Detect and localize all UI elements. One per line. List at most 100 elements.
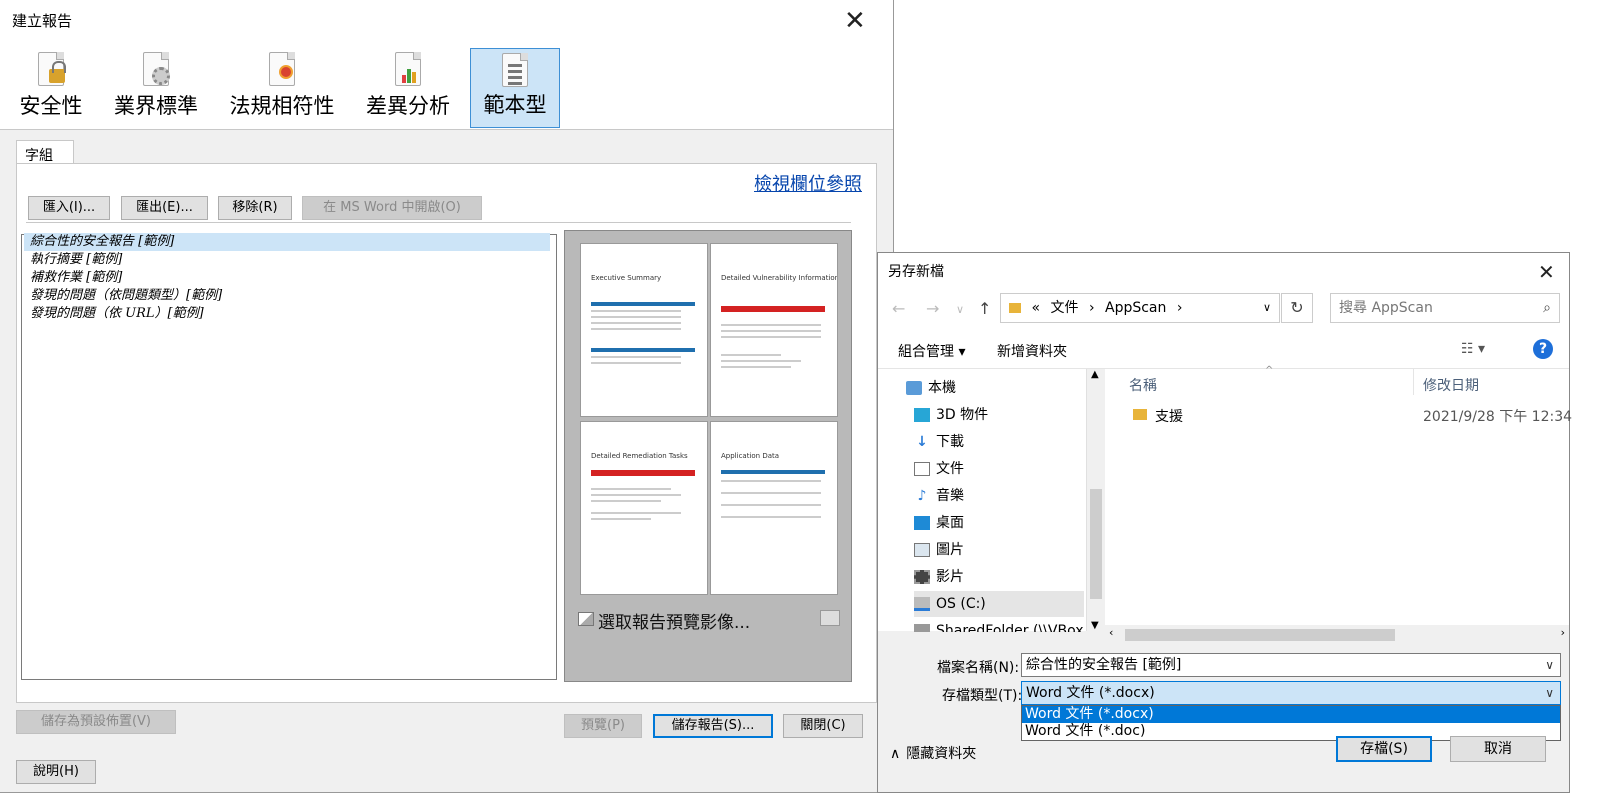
nav-item-label: OS (C:) bbox=[936, 596, 986, 612]
scroll-up-icon[interactable]: ▲ bbox=[1091, 369, 1099, 380]
nav-item-downloads[interactable]: ↓ 下載 bbox=[914, 429, 1084, 455]
scroll-thumb[interactable] bbox=[1125, 629, 1395, 641]
preview-page: Executive Summary bbox=[580, 243, 708, 417]
column-header-modified[interactable]: 修改日期 bbox=[1423, 375, 1479, 395]
export-button[interactable]: 匯出(E)... bbox=[121, 196, 208, 220]
recent-dropdown-icon[interactable]: ∨ bbox=[956, 303, 964, 316]
network-drive-icon bbox=[914, 624, 930, 632]
scroll-right-icon[interactable]: › bbox=[1561, 626, 1565, 639]
select-image-icon[interactable] bbox=[820, 610, 840, 626]
nav-item-label: 影片 bbox=[936, 569, 964, 585]
nav-item-documents[interactable]: 文件 bbox=[914, 456, 1084, 482]
filename-label: 檔案名稱(N): bbox=[937, 660, 1020, 676]
column-header-name[interactable]: 名稱 bbox=[1129, 375, 1157, 395]
chevron-down-icon[interactable]: ∨ bbox=[1545, 654, 1554, 676]
list-item[interactable]: 發現的問題（依問題類型）[範例] bbox=[24, 287, 550, 305]
scroll-thumb[interactable] bbox=[1090, 489, 1102, 599]
cancel-button[interactable]: 取消 bbox=[1450, 736, 1546, 762]
new-folder-button[interactable]: 新增資料夾 bbox=[997, 341, 1067, 361]
nav-item-desktop[interactable]: 桌面 bbox=[914, 510, 1084, 536]
scroll-down-icon[interactable]: ▼ bbox=[1091, 620, 1099, 631]
file-list[interactable]: 名稱 ^ 修改日期 支援 2021/9/28 下午 12:34 bbox=[1105, 365, 1573, 631]
list-item[interactable]: 補救作業 [範例] bbox=[24, 269, 550, 287]
report-type-compliance[interactable]: 法規相符性 bbox=[224, 48, 340, 128]
chart-report-icon bbox=[395, 52, 421, 86]
address-bar[interactable]: « 文件 › AppScan › ∨ bbox=[1000, 293, 1280, 323]
report-type-template[interactable]: 範本型 bbox=[470, 48, 560, 128]
nav-item-pictures[interactable]: 圖片 bbox=[914, 537, 1084, 563]
sort-ascending-icon: ^ bbox=[1265, 365, 1274, 376]
back-arrow-icon[interactable]: ← bbox=[892, 299, 905, 318]
nav-item-music[interactable]: ♪ 音樂 bbox=[914, 483, 1084, 509]
nav-scrollbar[interactable]: ▲ ▼ bbox=[1086, 369, 1104, 631]
report-type-label: 業界標準 bbox=[114, 94, 198, 118]
search-input[interactable]: 搜尋 AppScan ⌕ bbox=[1330, 293, 1560, 323]
preview-button[interactable]: 預覽(P) bbox=[564, 714, 642, 738]
document-icon bbox=[914, 462, 930, 476]
nav-item-os-c[interactable]: OS (C:) bbox=[914, 591, 1084, 617]
report-type-label: 法規相符性 bbox=[229, 94, 335, 118]
file-modified: 2021/9/28 下午 12:34 bbox=[1423, 409, 1573, 425]
preview-page-title: Application Data bbox=[721, 452, 780, 460]
nav-item-videos[interactable]: 影片 bbox=[914, 564, 1084, 590]
open-in-word-button[interactable]: 在 MS Word 中開啟(O) bbox=[302, 196, 482, 220]
address-dropdown-icon[interactable]: ∨ bbox=[1263, 294, 1271, 322]
save-button[interactable]: 存檔(S) bbox=[1336, 736, 1432, 762]
dialog-title: 另存新檔 bbox=[888, 264, 944, 280]
filename-value: 綜合性的安全報告 [範例] bbox=[1026, 657, 1182, 673]
import-button[interactable]: 匯入(I)... bbox=[28, 196, 110, 220]
table-row[interactable]: 支援 2021/9/28 下午 12:34 bbox=[1105, 403, 1573, 427]
report-type-label: 差異分析 bbox=[366, 94, 450, 118]
filetype-option[interactable]: Word 文件 (*.docx) bbox=[1022, 706, 1560, 723]
forward-arrow-icon[interactable]: → bbox=[926, 299, 939, 318]
save-report-button[interactable]: 儲存報告(S)... bbox=[653, 714, 773, 738]
organize-button[interactable]: 組合管理 ▾ bbox=[898, 341, 965, 361]
breadcrumb-appscan[interactable]: AppScan bbox=[1105, 300, 1166, 316]
help-button[interactable]: 說明(H) bbox=[16, 760, 96, 784]
report-type-label: 安全性 bbox=[19, 94, 83, 118]
chevron-down-icon[interactable]: ∨ bbox=[1545, 682, 1554, 704]
filename-input[interactable]: 綜合性的安全報告 [範例] ∨ bbox=[1021, 653, 1561, 677]
cube-icon bbox=[914, 408, 930, 422]
nav-item-3d-objects[interactable]: 3D 物件 bbox=[914, 402, 1084, 428]
report-type-industry[interactable]: 業界標準 bbox=[108, 48, 204, 128]
preview-page: Detailed Vulnerability Information bbox=[710, 243, 838, 417]
help-icon[interactable]: ? bbox=[1533, 339, 1553, 359]
list-item[interactable]: 執行摘要 [範例] bbox=[24, 251, 550, 269]
view-options-icon[interactable]: ☷ ▾ bbox=[1461, 341, 1485, 357]
remove-button[interactable]: 移除(R) bbox=[218, 196, 292, 220]
nav-item-this-pc[interactable]: 本機 bbox=[906, 375, 1076, 401]
hide-folders-toggle[interactable]: ∧ 隱藏資料夾 bbox=[890, 743, 976, 763]
list-item[interactable]: 發現的問題（依 URL）[範例] bbox=[24, 305, 550, 323]
nav-item-label: 3D 物件 bbox=[936, 407, 989, 423]
lock-report-icon bbox=[38, 52, 66, 86]
filetype-value: Word 文件 (*.docx) bbox=[1026, 685, 1155, 701]
template-report-icon bbox=[502, 53, 528, 87]
report-type-security[interactable]: 安全性 bbox=[12, 48, 90, 128]
nav-item-label: 下載 bbox=[936, 434, 964, 450]
breadcrumb-documents[interactable]: 文件 bbox=[1050, 300, 1078, 316]
up-arrow-icon[interactable]: ↑ bbox=[978, 299, 991, 318]
preview-page-title: Executive Summary bbox=[591, 274, 662, 282]
tab-templates[interactable]: 字組 bbox=[16, 140, 74, 164]
view-field-reference-link[interactable]: 檢視欄位參照 bbox=[754, 170, 862, 196]
template-list[interactable]: 綜合性的安全報告 [範例] 執行摘要 [範例] 補救作業 [範例] 發現的問題（… bbox=[21, 233, 557, 680]
close-icon[interactable]: ✕ bbox=[844, 8, 866, 34]
save-as-dialog: 另存新檔 ✕ ← → ∨ ↑ « 文件 › AppScan › ∨ ↻ 搜尋 A… bbox=[877, 252, 1573, 793]
preview-image-label[interactable]: 選取報告預覽影像... bbox=[598, 608, 750, 633]
refresh-icon[interactable]: ↻ bbox=[1281, 293, 1313, 323]
close-button[interactable]: 關閉(C) bbox=[783, 714, 863, 738]
navigation-pane[interactable]: 本機 3D 物件 ↓ 下載 文件 ♪ 音樂 桌面 圖片 影片 OS (C:) Sha… bbox=[878, 369, 1086, 632]
image-icon bbox=[578, 612, 594, 626]
nav-item-shared-folder[interactable]: SharedFolder (\\VBoxSv bbox=[914, 618, 1084, 632]
file-name: 支援 bbox=[1155, 409, 1183, 425]
chevron-up-icon: ∧ bbox=[890, 746, 901, 762]
save-default-layout-button[interactable]: 儲存為預設佈置(V) bbox=[16, 710, 176, 734]
scroll-left-icon[interactable]: ‹ bbox=[1109, 626, 1113, 639]
preview-page: Application Data bbox=[710, 421, 838, 595]
report-type-delta[interactable]: 差異分析 bbox=[360, 48, 456, 128]
close-icon[interactable]: ✕ bbox=[1538, 259, 1555, 285]
file-list-scrollbar[interactable]: ‹ › bbox=[1105, 625, 1569, 643]
list-item[interactable]: 綜合性的安全報告 [範例] bbox=[24, 233, 550, 251]
filetype-select[interactable]: Word 文件 (*.docx) ∨ bbox=[1021, 681, 1561, 705]
